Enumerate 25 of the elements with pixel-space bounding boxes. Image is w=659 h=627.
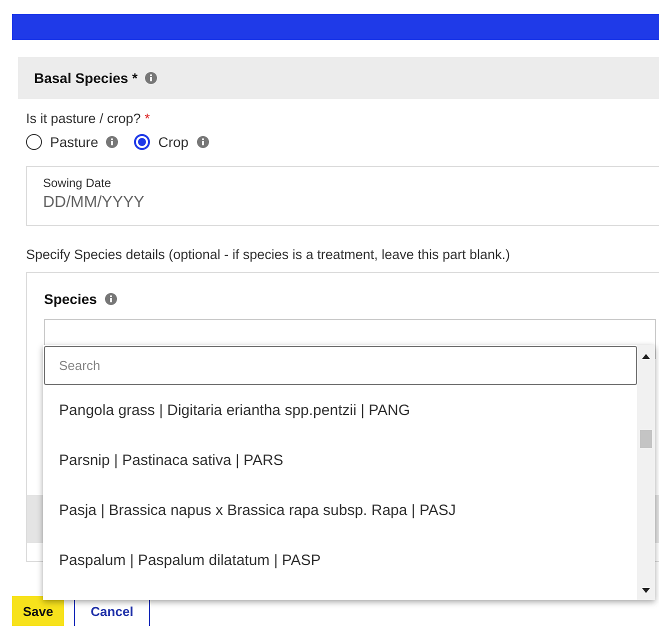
scroll-up-icon[interactable] — [642, 354, 650, 359]
hint-text: Specify Species details (optional - if species is a treatment, leave this part blank.) — [26, 247, 511, 262]
radio-button[interactable] — [26, 134, 42, 150]
section-title: Basal Species * — [34, 70, 138, 86]
scroll-down-icon[interactable] — [642, 588, 650, 593]
dropdown-option[interactable]: Pangola grass | Digitaria eriantha spp.pentzii | PANG — [43, 385, 637, 435]
info-icon — [104, 293, 117, 305]
scrollbar-thumb[interactable] — [640, 430, 652, 448]
scrollbar[interactable] — [637, 345, 655, 600]
dropdown-option[interactable]: Paspalum | Paspalum dilatatum | PASP — [43, 535, 637, 585]
radio-label[interactable]: Crop — [158, 134, 189, 150]
dropdown-option[interactable]: Parsnip | Pastinaca sativa | PARS — [43, 435, 637, 485]
question-label: Is it pasture / crop? * — [26, 111, 151, 126]
placeholder-text: DD/MM/YYYY — [43, 194, 146, 212]
dropdown-option[interactable]: Pasja | Brassica napus x Brassica rapa subsp. Rapa | PASJ — [43, 485, 637, 535]
info-icon — [144, 72, 157, 84]
search-field[interactable]: Search — [44, 346, 637, 385]
radio-label[interactable]: Pasture — [50, 134, 98, 150]
radio-button[interactable] — [134, 134, 150, 150]
save-button[interactable]: Save — [12, 596, 64, 626]
info-icon — [106, 136, 118, 148]
info-icon — [196, 136, 209, 148]
field-label: Sowing Date — [43, 176, 112, 190]
date-field[interactable]: Sowing Date DD/MM/YYYY — [26, 166, 659, 226]
species-title: Species — [44, 291, 97, 307]
